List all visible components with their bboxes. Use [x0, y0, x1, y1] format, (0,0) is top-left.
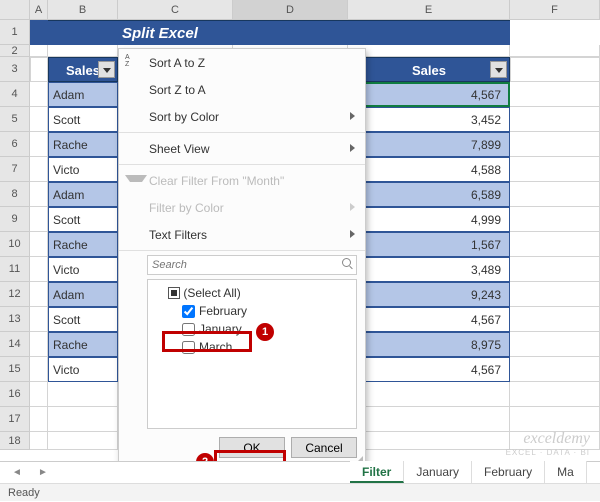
col-header-a[interactable]: A: [30, 0, 48, 19]
callout-highlight-1: [162, 331, 252, 352]
sheet-view[interactable]: Sheet View: [119, 135, 365, 162]
row-header[interactable]: 10: [0, 232, 30, 257]
sheet-tabs: Filter January February Ma: [350, 461, 587, 483]
row-header[interactable]: 8: [0, 182, 30, 207]
cell-sales[interactable]: $7,899: [348, 132, 510, 157]
callout-badge-1: 1: [256, 323, 274, 341]
filter-select-all[interactable]: (Select All): [152, 284, 352, 302]
cell-salesman[interactable]: Victo: [48, 257, 118, 282]
col-header-c[interactable]: C: [118, 0, 233, 19]
checkbox-indeterminate-icon[interactable]: [168, 287, 180, 299]
filter-item-february[interactable]: February: [152, 302, 352, 320]
status-bar: Ready: [0, 483, 600, 501]
submenu-arrow-icon: [350, 144, 355, 152]
cell-salesman[interactable]: Rache: [48, 232, 118, 257]
cell-salesman[interactable]: Scott: [48, 207, 118, 232]
cell-sales[interactable]: $8,975: [348, 332, 510, 357]
tab-february[interactable]: February: [472, 461, 545, 483]
sort-by-color[interactable]: Sort by Color: [119, 103, 365, 130]
submenu-arrow-icon: [350, 203, 355, 211]
col-header-d[interactable]: D: [233, 0, 348, 19]
col-sales-header[interactable]: Sales: [348, 57, 510, 82]
row-header[interactable]: 2: [0, 45, 30, 57]
submenu-arrow-icon: [350, 230, 355, 238]
active-cell-indicator: [348, 82, 510, 107]
title-banner: Split Excel Sheet into Multiple Workshee…: [118, 20, 233, 45]
row-header[interactable]: 5: [0, 107, 30, 132]
tab-nav-prev-icon[interactable]: ◄: [12, 467, 22, 478]
cell-salesman[interactable]: Adam: [48, 82, 118, 107]
row-header[interactable]: 15: [0, 357, 30, 382]
row-header[interactable]: 17: [0, 407, 30, 432]
status-ready: Ready: [8, 484, 40, 501]
filter-search-input[interactable]: [147, 255, 357, 275]
select-all-corner[interactable]: [0, 0, 30, 19]
clear-filter: Clear Filter From "Month": [119, 167, 365, 194]
cell-sales[interactable]: $4,999: [348, 207, 510, 232]
row-header[interactable]: 11: [0, 257, 30, 282]
col-header-f[interactable]: F: [510, 0, 600, 19]
row-header[interactable]: 12: [0, 282, 30, 307]
sort-descending-icon: [125, 82, 141, 98]
cell-sales[interactable]: $4,567: [348, 357, 510, 382]
row-header[interactable]: 14: [0, 332, 30, 357]
title-row: 1 Split Excel Sheet into Multiple Worksh…: [0, 20, 600, 45]
watermark: exceldemy EXCEL · DATA · BI: [506, 430, 590, 457]
cell-salesman[interactable]: Victo: [48, 357, 118, 382]
row-header[interactable]: 7: [0, 157, 30, 182]
row-header[interactable]: 1: [0, 20, 30, 45]
cell-sales[interactable]: $3,452: [348, 107, 510, 132]
sort-z-to-a[interactable]: Sort Z to A: [119, 76, 365, 103]
filter-by-color: Filter by Color: [119, 194, 365, 221]
sort-a-to-z[interactable]: Sort A to Z: [119, 49, 365, 76]
row-header[interactable]: 3: [0, 57, 30, 82]
cell-sales[interactable]: $1,567: [348, 232, 510, 257]
row-header[interactable]: 6: [0, 132, 30, 157]
cell-salesman[interactable]: Scott: [48, 107, 118, 132]
tab-nav-next-icon[interactable]: ►: [38, 467, 48, 478]
col-header-b[interactable]: B: [48, 0, 118, 19]
text-filters[interactable]: Text Filters: [119, 221, 365, 248]
tab-filter[interactable]: Filter: [350, 461, 404, 483]
row-header[interactable]: 18: [0, 432, 30, 450]
cell-salesman[interactable]: Adam: [48, 182, 118, 207]
cell-salesman[interactable]: Scott: [48, 307, 118, 332]
cancel-button[interactable]: Cancel: [291, 437, 357, 458]
tab-march[interactable]: Ma: [545, 461, 587, 483]
row-header[interactable]: 16: [0, 382, 30, 407]
cell-sales[interactable]: $6,589: [348, 182, 510, 207]
filter-dropdown-icon[interactable]: [98, 61, 115, 78]
tab-january[interactable]: January: [404, 461, 472, 483]
col-header-e[interactable]: E: [348, 0, 510, 19]
column-headers: A B C D E F: [0, 0, 600, 20]
funnel-icon: [125, 175, 139, 187]
cell-sales[interactable]: $9,243: [348, 282, 510, 307]
cell-salesman[interactable]: Adam: [48, 282, 118, 307]
sort-ascending-icon: [125, 55, 141, 71]
cell-salesman[interactable]: Victo: [48, 157, 118, 182]
filter-dropdown-icon[interactable]: [490, 61, 507, 78]
cell-sales[interactable]: $4,567: [348, 307, 510, 332]
filter-values-list[interactable]: (Select All) February January March: [147, 279, 357, 429]
row-header[interactable]: 13: [0, 307, 30, 332]
cell-salesman[interactable]: Rache: [48, 332, 118, 357]
cell-sales[interactable]: $3,489: [348, 257, 510, 282]
cell-sales[interactable]: $4,588: [348, 157, 510, 182]
filter-context-menu: Sort A to Z Sort Z to A Sort by Color Sh…: [118, 48, 366, 467]
search-icon: [342, 258, 354, 270]
checkbox[interactable]: [182, 305, 195, 318]
col-salesman-header[interactable]: Sales: [48, 57, 118, 82]
cell-salesman[interactable]: Rache: [48, 132, 118, 157]
row-header[interactable]: 4: [0, 82, 30, 107]
submenu-arrow-icon: [350, 112, 355, 120]
row-header[interactable]: 9: [0, 207, 30, 232]
